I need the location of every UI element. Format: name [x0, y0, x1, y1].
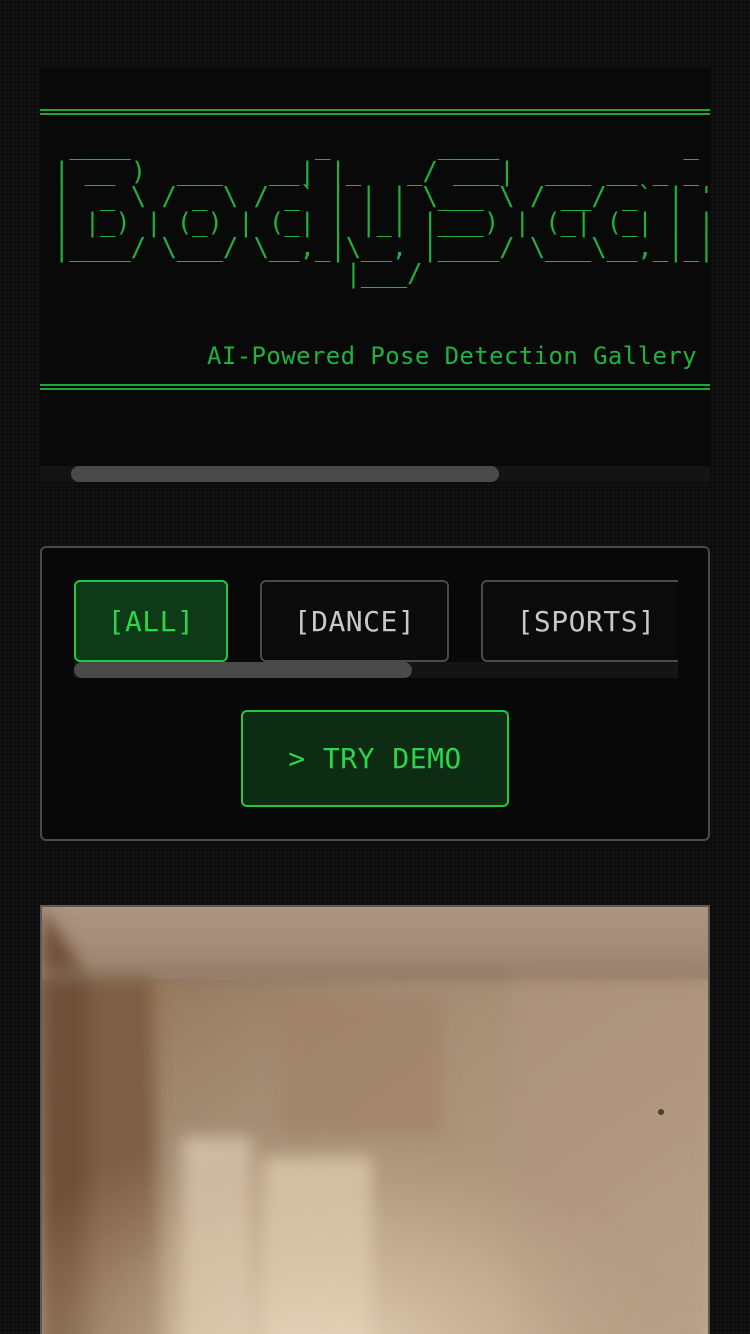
try-demo-button[interactable]: > TRY DEMO: [241, 710, 509, 807]
ascii-logo: ____ _ ____ _ | __ ) ___ __| |_ _/ ___| …: [54, 131, 710, 289]
gallery-photo-card[interactable]: [40, 905, 710, 1334]
ascii-header-panel: ____ _ ____ _ | __ ) ___ __| |_ _/ ___| …: [40, 68, 710, 482]
filter-panel: [ALL] [DANCE] [SPORTS] > TRY DEMO: [40, 546, 710, 841]
gallery-photo: [42, 907, 708, 1334]
filter-chip-all[interactable]: [ALL]: [74, 580, 228, 662]
filter-chip-dance[interactable]: [DANCE]: [260, 580, 449, 662]
filter-chip-sports[interactable]: [SPORTS]: [481, 580, 678, 662]
header-bottom-double-rule: [40, 384, 710, 390]
header-scrollbar-thumb[interactable]: [71, 466, 499, 482]
filter-scrollbar-thumb[interactable]: [74, 662, 412, 678]
header-subtitle: AI-Powered Pose Detection Gallery: [207, 342, 698, 370]
header-top-double-rule: [40, 109, 710, 115]
